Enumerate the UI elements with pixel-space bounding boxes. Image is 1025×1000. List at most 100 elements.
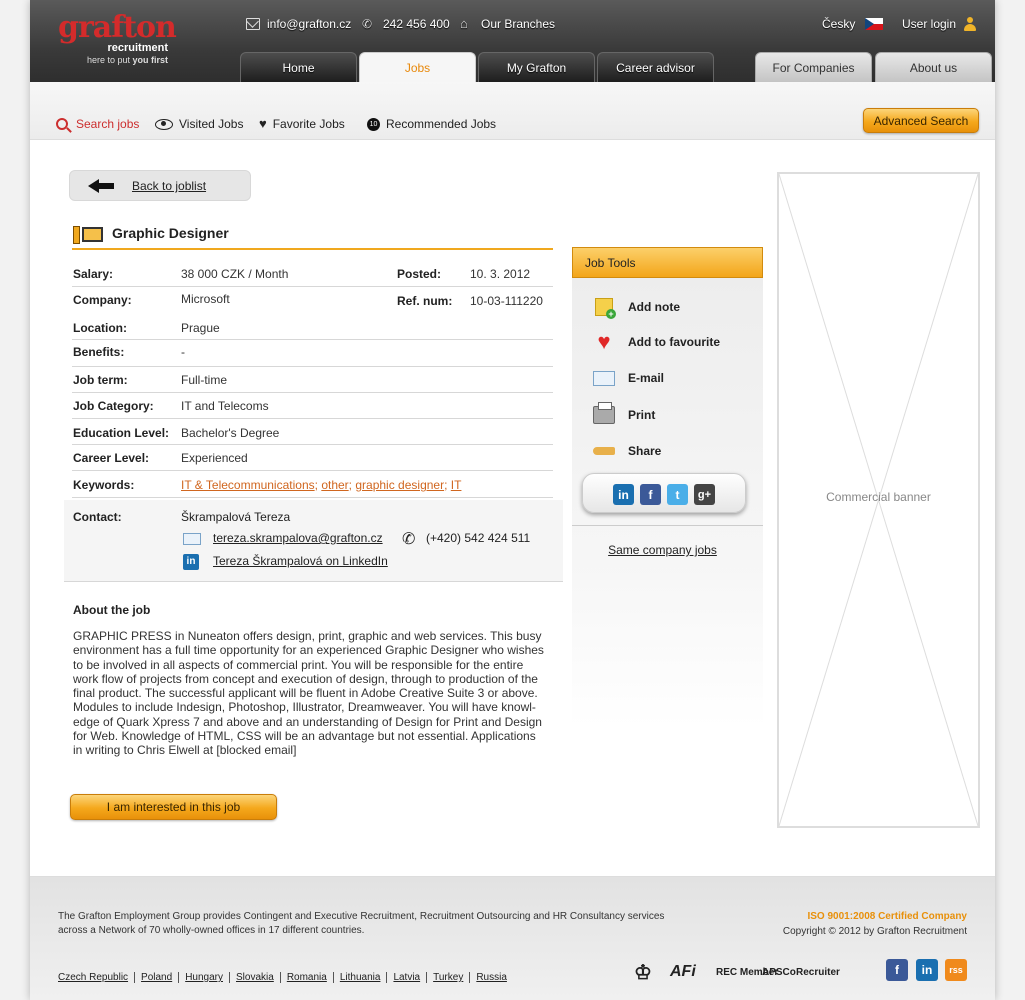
- logo-wordmark: grafton: [58, 10, 177, 45]
- tab-jobs[interactable]: Jobs: [359, 52, 476, 82]
- country-link-czech-republic[interactable]: Czech Republic: [58, 972, 134, 983]
- linkedin-icon[interactable]: in: [916, 959, 938, 981]
- country-link-slovakia[interactable]: Slovakia: [229, 972, 280, 983]
- subnav-recommended-jobs[interactable]: 10 Recommended Jobs: [367, 116, 496, 132]
- share-networks-box: in f t g+: [582, 473, 746, 513]
- detail-row-company: Company: Microsoft Ref. num: 10-03-11122…: [72, 287, 553, 314]
- country-link-turkey[interactable]: Turkey: [426, 972, 469, 983]
- share-label: Share: [628, 444, 662, 458]
- rss-icon[interactable]: rss: [945, 959, 967, 981]
- contact-linkedin-link[interactable]: Tereza Škrampalová on LinkedIn: [213, 554, 388, 568]
- about-job-title: About the job: [73, 603, 151, 617]
- language-switch[interactable]: Česky: [822, 16, 884, 32]
- benefits-label: Benefits:: [73, 345, 125, 359]
- job-monitor-icon: [73, 226, 103, 244]
- keyword-link[interactable]: IT & Telecommunications: [181, 478, 315, 492]
- subnav-visited-jobs[interactable]: Visited Jobs: [155, 116, 243, 132]
- tab-home[interactable]: Home: [240, 52, 357, 82]
- contact-phone: (+420) 542 424 511: [426, 531, 531, 545]
- grafton-logo[interactable]: grafton recruitment here to put you firs…: [58, 10, 188, 70]
- add-note-button[interactable]: Add note: [592, 296, 680, 319]
- salary-label: Salary:: [73, 267, 114, 281]
- tagline-b: you first: [132, 55, 168, 65]
- refnum-value: 10-03-111220: [470, 294, 543, 308]
- user-login-label: User login: [902, 17, 957, 31]
- header: grafton recruitment here to put you firs…: [30, 0, 995, 82]
- tab-career-advisor[interactable]: Career advisor: [597, 52, 714, 82]
- country-link-russia[interactable]: Russia: [469, 972, 513, 983]
- subnav-visited-jobs-label: Visited Jobs: [179, 117, 244, 131]
- keyword-link[interactable]: graphic designer: [355, 478, 444, 492]
- share-button[interactable]: Share: [592, 440, 661, 462]
- detail-row-salary: Salary: 38 000 CZK / Month Posted: 10. 3…: [72, 259, 553, 287]
- header-branches-text: Our Branches: [481, 17, 556, 31]
- contact-email-link[interactable]: tereza.skrampalova@grafton.cz: [213, 531, 383, 545]
- detail-row-job-category: Job Category: IT and Telecoms: [72, 393, 553, 419]
- commercial-banner[interactable]: Commercial banner: [777, 172, 980, 828]
- print-button[interactable]: Print: [592, 402, 656, 426]
- user-icon: [964, 17, 977, 31]
- job-term-label: Job term:: [73, 373, 128, 387]
- advanced-search-button[interactable]: Advanced Search: [863, 108, 979, 133]
- subnav-recommended-jobs-label: Recommended Jobs: [386, 117, 497, 131]
- linkedin-icon[interactable]: in: [613, 484, 634, 505]
- about-job-text: GRAPHIC PRESS in Nuneaton offers design,…: [73, 629, 544, 758]
- job-subnav: Search jobs Visited Jobs ♥ Favorite Jobs…: [30, 82, 995, 140]
- subnav-favorite-jobs[interactable]: ♥ Favorite Jobs: [259, 116, 345, 132]
- tab-my-grafton[interactable]: My Grafton: [478, 52, 595, 82]
- subnav-search-jobs-label: Search jobs: [76, 117, 140, 131]
- country-link-poland[interactable]: Poland: [134, 972, 178, 983]
- detail-row-benefits: Benefits: -: [72, 340, 553, 367]
- keyword-link[interactable]: other: [321, 478, 348, 492]
- posted-label: Posted:: [397, 267, 442, 281]
- header-branches[interactable]: ⌂ Our Branches: [460, 16, 555, 32]
- facebook-icon[interactable]: f: [640, 484, 661, 505]
- job-title: Graphic Designer: [112, 225, 229, 241]
- tab-about-us[interactable]: About us: [875, 52, 992, 82]
- envelope-icon: [593, 370, 615, 386]
- recommended-count-icon: 10: [367, 117, 380, 131]
- twitter-icon[interactable]: t: [667, 484, 688, 505]
- tab-for-companies[interactable]: For Companies: [755, 52, 872, 82]
- detail-row-location: Location: Prague: [72, 314, 553, 340]
- education-label: Education Level:: [73, 426, 170, 440]
- subnav-search-jobs[interactable]: Search jobs: [56, 116, 139, 132]
- google-plus-icon[interactable]: g+: [694, 484, 715, 505]
- printer-icon: [593, 402, 615, 424]
- contact-name: Škrampalová Tereza: [181, 510, 291, 524]
- email-button[interactable]: E-mail: [592, 367, 664, 389]
- share-hand-icon: [593, 447, 615, 455]
- header-email[interactable]: info@grafton.cz: [246, 16, 351, 32]
- job-term-value: Full-time: [181, 373, 228, 387]
- interested-button[interactable]: I am interested in this job: [70, 794, 277, 820]
- country-link-latvia[interactable]: Latvia: [386, 972, 426, 983]
- benefits-value: -: [181, 345, 185, 359]
- job-tools-panel: Job Tools Add note ♥ Add to favourite E-…: [572, 247, 763, 727]
- add-favourite-button[interactable]: ♥ Add to favourite: [592, 329, 720, 354]
- print-label: Print: [628, 408, 656, 422]
- heart-icon: ♥: [597, 329, 611, 354]
- country-link-lithuania[interactable]: Lithuania: [332, 972, 387, 983]
- linkedin-icon: in: [183, 554, 199, 570]
- footer: The Grafton Employment Group provides Co…: [30, 876, 995, 1000]
- facebook-icon[interactable]: f: [886, 959, 908, 981]
- czech-flag-icon: [865, 18, 884, 30]
- job-category-label: Job Category:: [73, 399, 154, 413]
- phone-icon: ✆: [402, 531, 416, 548]
- country-links: Czech Republic Poland Hungary Slovakia R…: [58, 972, 513, 983]
- keywords-label: Keywords:: [73, 478, 135, 492]
- search-icon: [56, 118, 68, 130]
- email-label: E-mail: [628, 371, 665, 385]
- same-company-jobs-link[interactable]: Same company jobs: [572, 543, 753, 557]
- country-link-romania[interactable]: Romania: [279, 972, 333, 983]
- recruiter-logo: Recruiter: [796, 966, 840, 978]
- back-to-joblist-button[interactable]: Back to joblist: [69, 170, 251, 201]
- logo-tagline: here to put you first: [58, 54, 168, 66]
- user-login[interactable]: User login: [902, 16, 977, 32]
- salary-value: 38 000 CZK / Month: [181, 267, 289, 281]
- country-link-hungary[interactable]: Hungary: [178, 972, 229, 983]
- keyword-link[interactable]: IT: [451, 478, 462, 492]
- copyright: Copyright © 2012 by Grafton Recruitment: [782, 926, 967, 937]
- iso-certification: ISO 9001:2008 Certified Company: [807, 911, 967, 922]
- header-email-text: info@grafton.cz: [267, 17, 352, 31]
